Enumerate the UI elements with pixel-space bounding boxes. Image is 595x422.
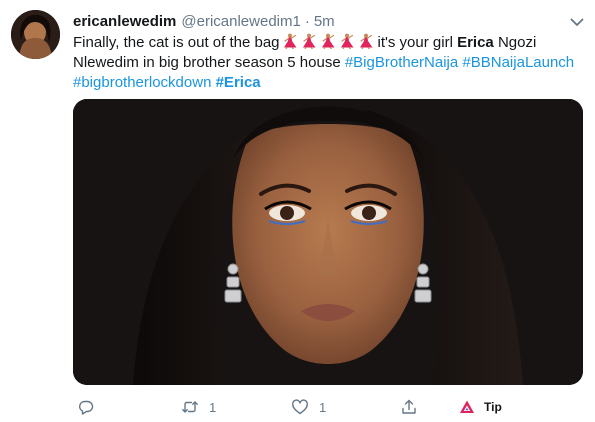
hashtag-link[interactable]: #bigbrotherlockdown xyxy=(73,74,211,91)
portrait-photo xyxy=(73,99,583,385)
woman-dancing-emoji xyxy=(302,33,316,49)
tweet-text-part3: Ngozi xyxy=(497,34,537,51)
separator-dot: · xyxy=(304,12,310,30)
chevron-down-icon xyxy=(570,18,584,26)
hashtag-link[interactable]: #Erica xyxy=(216,74,261,91)
woman-dancing-emoji xyxy=(321,33,335,49)
tweet-text-part1: Finally, the cat is out of the bag xyxy=(73,34,280,51)
bold-name: Erica xyxy=(457,34,494,51)
hashtag-link[interactable]: #BigBrotherNaija xyxy=(345,54,458,71)
woman-dancing-emoji xyxy=(359,33,373,49)
timestamp[interactable]: 5m xyxy=(314,13,335,30)
tweet-media-photo[interactable] xyxy=(73,99,583,385)
tweet[interactable]: ericanlewedim @ericanlewedim1 · 5m Final… xyxy=(0,0,595,422)
tip-label: Tip xyxy=(484,400,502,414)
retweet-button[interactable]: 1 xyxy=(181,396,216,418)
tip-button[interactable]: Tip xyxy=(458,396,502,418)
tip-icon xyxy=(460,400,474,413)
share-icon xyxy=(402,399,416,414)
share-button[interactable] xyxy=(400,396,418,418)
tweet-actions: 1 1 Tip xyxy=(73,396,593,420)
retweet-icon xyxy=(182,401,198,413)
tweet-text-part2: it's your girl xyxy=(377,34,453,51)
heart-icon xyxy=(292,399,308,415)
avatar-image xyxy=(11,10,60,59)
like-count: 1 xyxy=(319,399,327,415)
tweet-text: Finally, the cat is out of the bag it's y… xyxy=(73,33,583,93)
woman-dancing-emoji xyxy=(283,33,297,49)
avatar[interactable] xyxy=(11,10,60,59)
woman-dancing-emoji-row xyxy=(281,33,374,49)
reply-icon xyxy=(79,400,94,415)
hashtag-link[interactable]: #BBNaijaLaunch xyxy=(462,54,574,71)
tweet-header: ericanlewedim @ericanlewedim1 · 5m xyxy=(73,11,335,31)
display-name[interactable]: ericanlewedim xyxy=(73,13,176,30)
tweet-text-line2: Nlewedim in big brother season 5 house xyxy=(73,54,341,71)
reply-button[interactable] xyxy=(77,396,105,418)
retweet-count: 1 xyxy=(209,399,217,415)
user-handle[interactable]: @ericanlewedim1 xyxy=(181,13,300,30)
woman-dancing-emoji xyxy=(340,33,354,49)
more-options-button[interactable] xyxy=(568,13,586,31)
like-button[interactable]: 1 xyxy=(291,396,326,418)
